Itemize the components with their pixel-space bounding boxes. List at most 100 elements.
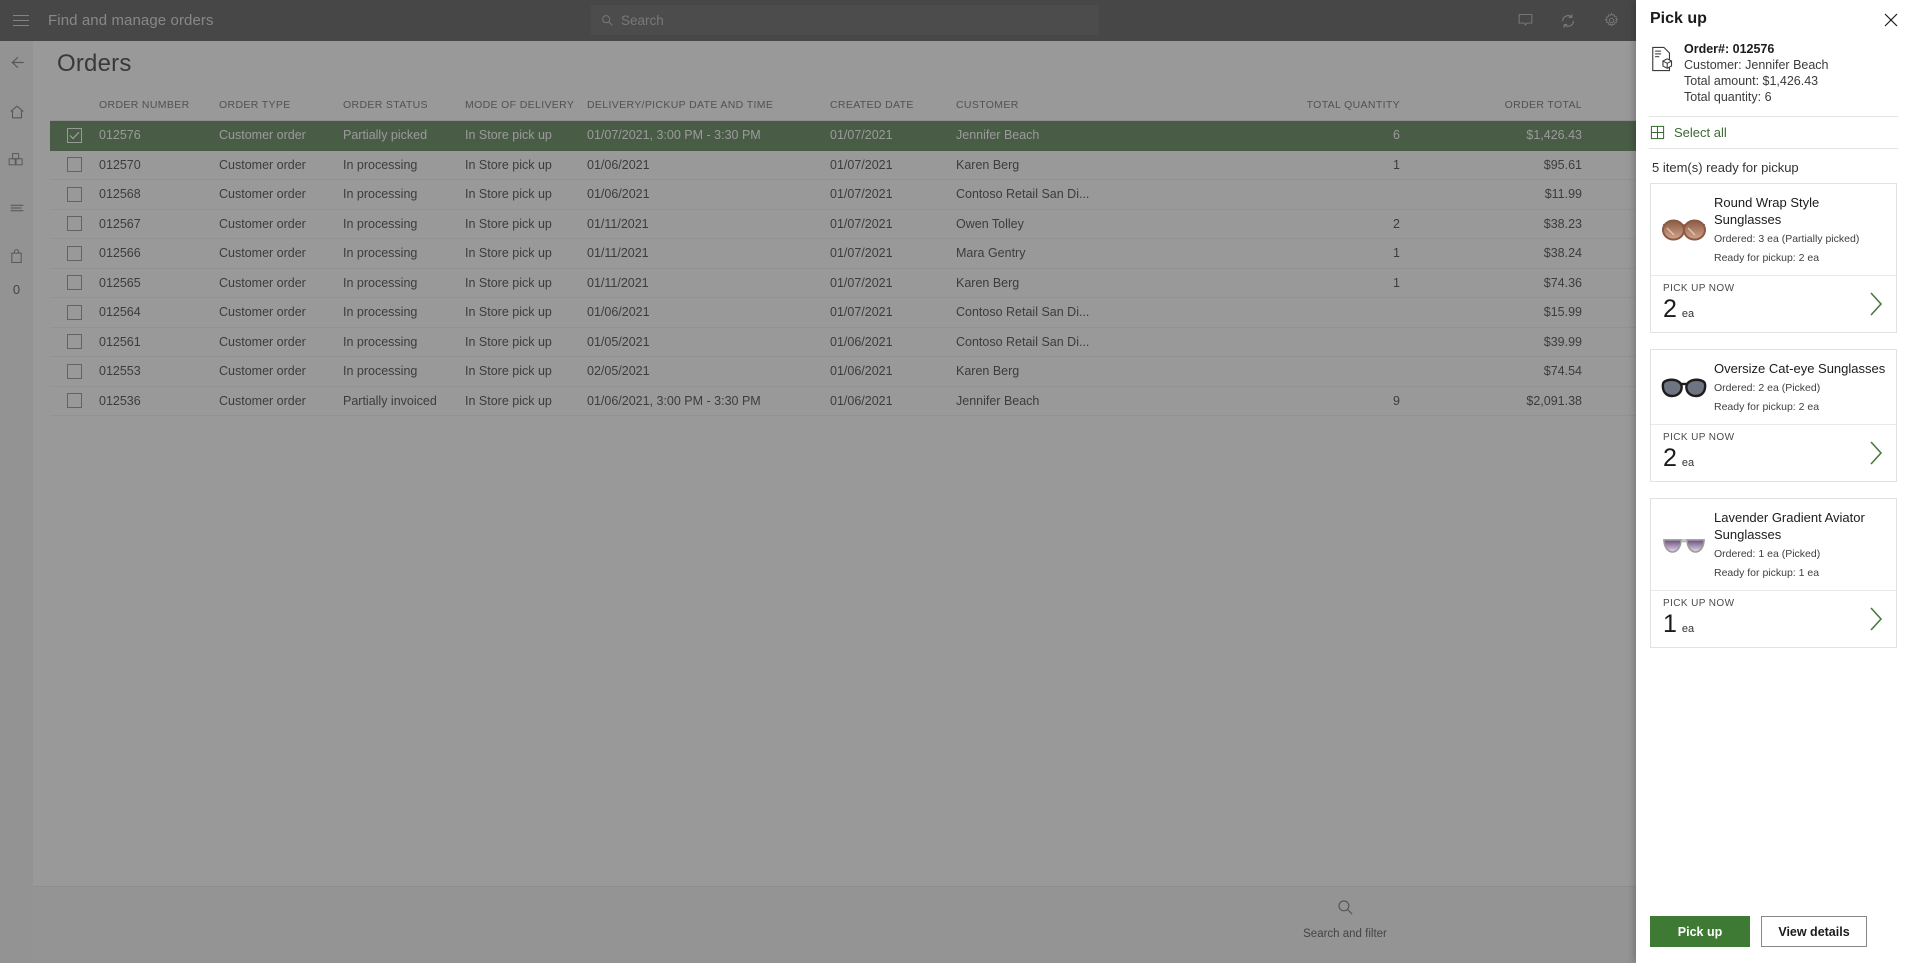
pick-up-item-card[interactable]: Lavender Gradient Aviator Sunglasses Orde… <box>1650 498 1897 648</box>
table-row[interactable]: 012576 Customer order Partially picked In S… <box>50 121 1636 151</box>
item-details: Oversize Cat-eye Sunglasses Ordered: 2 ea… <box>1651 350 1896 424</box>
table-row[interactable]: 012568 Customer order In processing In Stor… <box>50 180 1636 210</box>
table-row[interactable]: 012567 Customer order In processing In Stor… <box>50 210 1636 239</box>
hamburger-menu-icon[interactable] <box>0 0 41 41</box>
chevron-right-icon[interactable] <box>1868 440 1884 471</box>
table-row[interactable]: 012561 Customer order In processing In Stor… <box>50 328 1636 357</box>
order-number-label: Order#: 012576 <box>1684 42 1775 56</box>
row-checkbox[interactable] <box>50 245 99 261</box>
pick-up-button[interactable]: Pick up <box>1650 916 1750 947</box>
column-header-order-number[interactable]: ORDER NUMBER <box>99 99 219 111</box>
cell-total-quantity: 1 <box>1393 275 1400 290</box>
cell-created-date: 01/07/2021 <box>830 187 893 202</box>
order-customer-label: Customer: Jennifer Beach <box>1684 58 1829 72</box>
display-icon[interactable] <box>1514 10 1536 32</box>
table-row[interactable]: 012553 Customer order In processing In Stor… <box>50 357 1636 387</box>
pick-up-now-label: PICK UP NOW <box>1663 598 1735 609</box>
left-navigation-rail: 0 <box>0 41 33 963</box>
cell-total-quantity: 1 <box>1393 157 1400 172</box>
cell-customer: Jennifer Beach <box>956 128 1040 143</box>
column-header-order-total[interactable]: ORDER TOTAL <box>1406 99 1603 111</box>
sidebar-item-lines[interactable] <box>0 190 33 226</box>
select-all-grid-icon <box>1650 125 1665 140</box>
cell-customer: Jennifer Beach <box>956 393 1040 408</box>
sidebar-item-bag[interactable] <box>0 238 33 274</box>
column-header-delivery-datetime[interactable]: DELIVERY/PICKUP DATE AND TIME <box>587 99 830 111</box>
table-row[interactable]: 012565 Customer order In processing In Stor… <box>50 269 1636 298</box>
row-checkbox[interactable] <box>50 216 99 232</box>
cell-order-total: $95.61 <box>1543 157 1582 172</box>
table-row[interactable]: 012536 Customer order Partially invoiced In… <box>50 387 1636 416</box>
cell-order-status: In processing <box>343 246 418 261</box>
table-row[interactable]: 012570 Customer order In processing In Stor… <box>50 151 1636 180</box>
cell-customer: Contoso Retail San Di... <box>956 334 1090 349</box>
pick-up-now-row[interactable]: PICK UP NOW 2 ea <box>1651 424 1896 481</box>
cell-order-number: 012570 <box>99 157 141 172</box>
order-document-icon <box>1650 42 1684 104</box>
row-checkbox[interactable] <box>50 334 99 350</box>
search-and-filter-label: Search and filter <box>1303 928 1387 940</box>
app-root: Find and manage orders Search 0 Orders O… <box>0 0 1911 963</box>
pick-up-now-quantity[interactable]: 2 <box>1663 444 1677 472</box>
chevron-right-icon[interactable] <box>1868 291 1884 322</box>
refresh-icon[interactable] <box>1557 10 1579 32</box>
table-row[interactable]: 012564 Customer order In processing In Stor… <box>50 298 1636 328</box>
pick-up-item-card[interactable]: Oversize Cat-eye Sunglasses Ordered: 2 ea… <box>1650 349 1897 482</box>
chevron-right-icon[interactable] <box>1868 606 1884 637</box>
cell-created-date: 01/06/2021 <box>830 364 893 379</box>
bottom-command-bar: Search and filter <box>33 886 1636 963</box>
order-total-amount-label: Total amount: $1,426.43 <box>1684 74 1819 88</box>
column-header-mode-of-delivery[interactable]: MODE OF DELIVERY <box>465 99 587 111</box>
settings-gear-icon[interactable] <box>1600 10 1622 32</box>
pick-up-now-label: PICK UP NOW <box>1663 283 1735 294</box>
column-header-customer[interactable]: CUSTOMER <box>956 99 1216 111</box>
item-name: Lavender Gradient Aviator Sunglasses <box>1714 510 1865 542</box>
cell-order-number: 012553 <box>99 364 141 379</box>
cell-total-quantity: 6 <box>1393 128 1400 143</box>
row-checkbox[interactable] <box>50 186 99 202</box>
cell-order-status: In processing <box>343 275 418 290</box>
pick-up-now-row[interactable]: PICK UP NOW 2 ea <box>1651 275 1896 332</box>
row-checkbox[interactable] <box>50 275 99 291</box>
global-search-input[interactable]: Search <box>591 5 1099 35</box>
pick-up-now-quantity[interactable]: 2 <box>1663 295 1677 323</box>
table-row[interactable]: 012566 Customer order In processing In Stor… <box>50 239 1636 269</box>
column-header-order-status[interactable]: ORDER STATUS <box>343 99 465 111</box>
close-icon[interactable] <box>1880 9 1902 31</box>
cell-order-total: $38.23 <box>1543 216 1582 231</box>
select-all-button[interactable]: Select all <box>1636 117 1911 148</box>
product-thumbnail-icon <box>1657 194 1711 266</box>
cell-order-type: Customer order <box>219 334 306 349</box>
pick-up-now-unit: ea <box>1681 623 1695 635</box>
pick-up-item-list: Round Wrap Style Sunglasses Ordered: 3 ea… <box>1636 183 1911 916</box>
orders-application: Find and manage orders Search 0 Orders O… <box>0 0 1636 963</box>
sidebar-item-back[interactable] <box>0 44 33 80</box>
cell-order-status: In processing <box>343 364 418 379</box>
pick-up-now-quantity[interactable]: 1 <box>1663 610 1677 638</box>
cell-order-total: $39.99 <box>1543 334 1582 349</box>
cell-mode-of-delivery: In Store pick up <box>465 393 552 408</box>
cell-order-number: 012561 <box>99 334 141 349</box>
cell-order-number: 012566 <box>99 246 141 261</box>
cell-order-number: 012576 <box>99 128 141 143</box>
row-checkbox[interactable] <box>50 127 99 143</box>
sidebar-item-products[interactable] <box>0 142 33 178</box>
cell-delivery-datetime: 02/05/2021 <box>587 364 650 379</box>
row-checkbox[interactable] <box>50 157 99 173</box>
sidebar-item-home[interactable] <box>0 94 33 130</box>
column-header-total-quantity[interactable]: TOTAL QUANTITY <box>1216 99 1406 111</box>
cell-created-date: 01/07/2021 <box>830 246 893 261</box>
row-checkbox[interactable] <box>50 363 99 379</box>
pick-up-now-row[interactable]: PICK UP NOW 1 ea <box>1651 590 1896 647</box>
column-header-order-type[interactable]: ORDER TYPE <box>219 99 343 111</box>
row-checkbox[interactable] <box>50 393 99 409</box>
cell-created-date: 01/07/2021 <box>830 305 893 320</box>
column-header-created-date[interactable]: CREATED DATE <box>830 99 956 111</box>
search-and-filter-button[interactable]: Search and filter <box>1302 898 1388 941</box>
view-details-button[interactable]: View details <box>1761 916 1867 947</box>
cell-delivery-datetime: 01/06/2021 <box>587 157 650 172</box>
cell-order-number: 012565 <box>99 275 141 290</box>
row-checkbox[interactable] <box>50 304 99 320</box>
pick-up-item-card[interactable]: Round Wrap Style Sunglasses Ordered: 3 ea… <box>1650 183 1897 333</box>
cell-order-type: Customer order <box>219 157 306 172</box>
